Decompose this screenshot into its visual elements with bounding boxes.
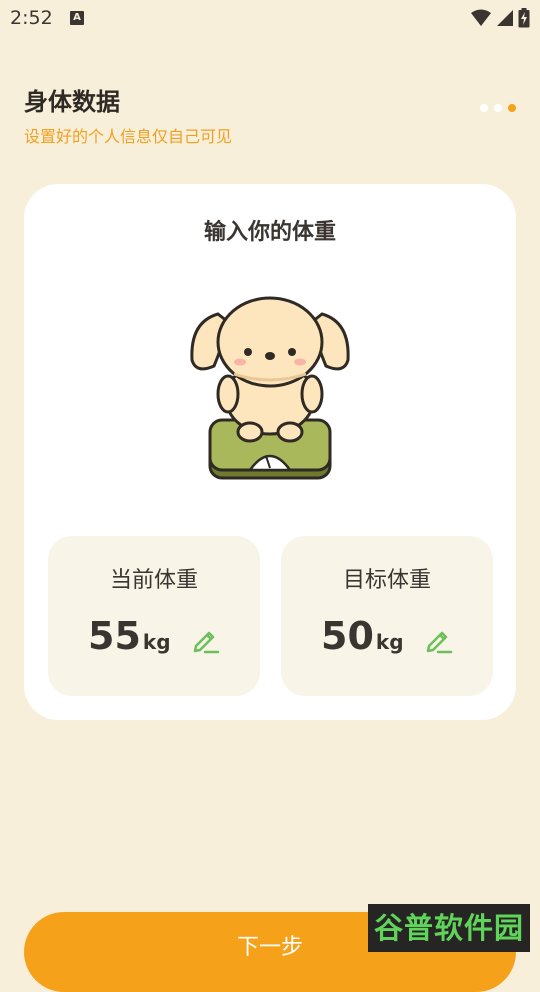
current-weight-box[interactable]: 当前体重 55 kg xyxy=(48,536,260,696)
notification-a-icon: A xyxy=(70,11,84,25)
wifi-icon xyxy=(471,9,491,26)
page-subtitle: 设置好的个人信息仅自己可见 xyxy=(24,127,233,146)
header: 身体数据 设置好的个人信息仅自己可见 xyxy=(24,82,232,147)
step-dot xyxy=(480,104,488,112)
target-weight-box[interactable]: 目标体重 50 kg xyxy=(281,536,493,696)
status-icons xyxy=(470,8,530,28)
target-weight-value: 50 xyxy=(321,614,374,658)
status-bar: 2:52 A xyxy=(0,0,540,36)
battery-icon xyxy=(518,8,530,28)
weight-card: 输入你的体重 当前体重 55 kg 目标体重 50 kg xyxy=(24,184,516,720)
site-watermark: 谷普软件园 xyxy=(368,904,530,952)
puppy-on-scale-illustration xyxy=(190,296,350,480)
step-dot xyxy=(494,104,502,112)
current-weight-label: 当前体重 xyxy=(109,568,198,593)
step-dot-active xyxy=(508,104,516,112)
step-indicator xyxy=(480,104,516,112)
edit-pencil-icon[interactable] xyxy=(423,624,453,654)
target-weight-label: 目标体重 xyxy=(342,568,431,593)
current-weight-value: 55 xyxy=(88,614,141,658)
current-weight-unit: kg xyxy=(142,630,171,654)
current-weight-value-group: 55 kg xyxy=(88,614,171,658)
target-weight-value-group: 50 kg xyxy=(321,614,404,658)
page-title: 身体数据 xyxy=(24,88,120,116)
edit-pencil-icon[interactable] xyxy=(190,624,220,654)
target-weight-unit: kg xyxy=(375,630,404,654)
signal-icon xyxy=(497,10,513,26)
status-time: 2:52 xyxy=(10,7,53,29)
card-title: 输入你的体重 xyxy=(203,220,336,245)
